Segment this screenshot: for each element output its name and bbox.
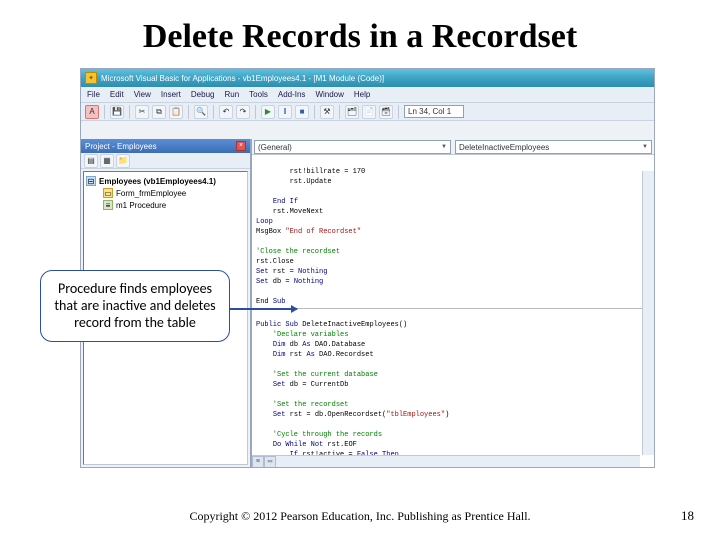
procedure-dropdown-value: DeleteInactiveEmployees [459,143,549,152]
tree-form-label: Form_frmEmployee [116,189,186,198]
object-dropdown[interactable]: (General) ▼ [254,140,451,154]
menu-insert[interactable]: Insert [161,90,181,99]
page-number: 18 [681,508,694,524]
tree-root-label: Employees (vb1Employees4.1) [99,177,216,186]
cut-icon[interactable]: ✂ [135,105,149,119]
menubar: File Edit View Insert Debug Run Tools Ad… [81,87,654,103]
code-dropdown-bar: (General) ▼ DeleteInactiveEmployees ▼ [252,139,654,155]
project-explorer-icon[interactable]: 🗂 [345,105,359,119]
toolbar-separator [314,105,315,119]
toolbar-main: A 💾 ✂ ⧉ 📋 🔍 ↶ ↷ ▶ ‖ ■ ⚒ 🗂 📄 🗃 Ln 34, Col… [81,103,654,121]
vb-app-icon: ✦ [85,72,97,84]
code-editor[interactable]: rst!billrate = 170 rst.Update End If rst… [252,155,654,467]
design-mode-icon[interactable]: ⚒ [320,105,334,119]
paste-icon[interactable]: 📋 [169,105,183,119]
tree-form[interactable]: ▭ Form_frmEmployee [86,187,245,199]
form-icon: ▭ [103,188,113,198]
panel-close-icon[interactable]: × [236,141,246,151]
toolbar-separator [129,105,130,119]
copyright-footer: Copyright © 2012 Pearson Education, Inc.… [0,509,720,524]
procedure-dropdown[interactable]: DeleteInactiveEmployees ▼ [455,140,652,154]
chevron-down-icon: ▼ [441,144,447,150]
toolbar-separator [188,105,189,119]
view-access-icon[interactable]: A [85,105,99,119]
chevron-down-icon: ▼ [642,144,648,150]
module-icon: ≡ [103,200,113,210]
window-title: Microsoft Visual Basic for Applications … [101,74,650,83]
properties-icon[interactable]: 📄 [362,105,376,119]
reset-icon[interactable]: ■ [295,105,309,119]
menu-tools[interactable]: Tools [249,90,268,99]
vertical-scrollbar[interactable] [642,171,654,455]
object-dropdown-value: (General) [258,143,292,152]
menu-window[interactable]: Window [315,90,343,99]
project-panel-toolbar: ▤ ▦ 📁 [81,153,250,169]
copy-icon[interactable]: ⧉ [152,105,166,119]
save-icon[interactable]: 💾 [110,105,124,119]
window-titlebar: ✦ Microsoft Visual Basic for Application… [81,69,654,87]
menu-edit[interactable]: Edit [110,90,124,99]
vbe-screenshot: ✦ Microsoft Visual Basic for Application… [80,68,655,468]
callout-arrow [227,308,297,310]
tree-module[interactable]: ≡ m1 Procedure [86,199,245,211]
object-browser-icon[interactable]: 🗃 [379,105,393,119]
project-icon: ⊟ [86,176,96,186]
menu-help[interactable]: Help [354,90,370,99]
slide-title: Delete Records in a Recordset [0,0,720,64]
menu-run[interactable]: Run [224,90,239,99]
tree-module-label: m1 Procedure [116,201,166,210]
find-icon[interactable]: 🔍 [194,105,208,119]
view-code-icon[interactable]: ▤ [84,154,98,168]
menu-file[interactable]: File [87,90,100,99]
toolbar-separator [398,105,399,119]
redo-icon[interactable]: ↷ [236,105,250,119]
run-icon[interactable]: ▶ [261,105,275,119]
break-icon[interactable]: ‖ [278,105,292,119]
menu-addins[interactable]: Add-Ins [278,90,306,99]
view-object-icon[interactable]: ▦ [100,154,114,168]
project-panel-titlebar: Project - Employees × [81,139,250,153]
toggle-folders-icon[interactable]: 📁 [116,154,130,168]
menu-debug[interactable]: Debug [191,90,215,99]
toolbar-separator [213,105,214,119]
undo-icon[interactable]: ↶ [219,105,233,119]
callout-text: Procedure finds employees that are inact… [54,280,215,331]
callout-box: Procedure finds employees that are inact… [40,270,230,342]
view-procedure-icon[interactable]: ▭ [264,456,276,467]
menu-view[interactable]: View [134,90,151,99]
toolbar-separator [255,105,256,119]
toolbar-separator [339,105,340,119]
toolbar-separator [104,105,105,119]
project-panel-title: Project - Employees [85,142,157,151]
code-window: (General) ▼ DeleteInactiveEmployees ▼ rs… [251,139,654,467]
cursor-position: Ln 34, Col 1 [404,105,464,118]
view-full-module-icon[interactable]: ≡ [252,456,264,467]
tree-root[interactable]: ⊟ Employees (vb1Employees4.1) [86,175,245,187]
horizontal-scrollbar[interactable]: ≡ ▭ [252,455,640,467]
